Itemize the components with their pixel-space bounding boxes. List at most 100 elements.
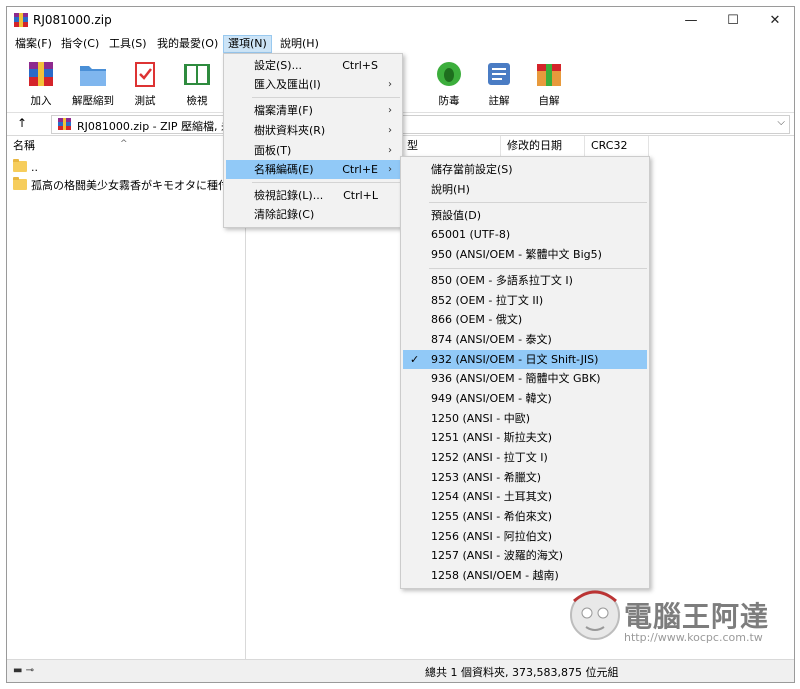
folder-icon: [13, 177, 27, 190]
menu-help[interactable]: 說明(H): [276, 36, 323, 52]
comment-label: 註解: [488, 95, 510, 107]
menu-item-950[interactable]: 950 (ANSI/OEM - 繁體中文 Big5): [403, 245, 647, 264]
menu-item-866[interactable]: 866 (OEM - 俄文): [403, 310, 647, 329]
menu-item-label: 1253 (ANSI - 希臘文): [431, 471, 542, 484]
menu-item-label: 874 (ANSI/OEM - 泰文): [431, 333, 552, 346]
menu-item-label: 850 (OEM - 多語系拉丁文 I): [431, 274, 573, 287]
menu-item-label: 936 (ANSI/OEM - 簡體中文 GBK): [431, 372, 601, 385]
list-item[interactable]: 孤高の格闘美少女霧香がキモオタに種付: [13, 177, 229, 194]
maximize-button[interactable]: ☐: [712, 7, 754, 33]
watermark: 電腦王阿達 http://www.kocpc.com.tw: [568, 585, 788, 655]
menu-item-save-settings[interactable]: 儲存當前設定(S): [403, 160, 647, 179]
up-folder-button[interactable]: ↑: [17, 116, 27, 130]
menu-item-1253[interactable]: 1253 (ANSI - 希臘文): [403, 468, 647, 487]
menu-file[interactable]: 檔案(F): [11, 36, 56, 52]
antivirus-button[interactable]: 防毒: [425, 58, 473, 108]
title-bar[interactable]: RJ081000.zip — ☐ ✕: [7, 7, 794, 33]
menu-commands[interactable]: 指令(C): [57, 36, 103, 52]
menu-item-1257[interactable]: 1257 (ANSI - 波羅的海文): [403, 546, 647, 565]
menu-item-852[interactable]: 852 (OEM - 拉丁文 II): [403, 291, 647, 310]
antivirus-label: 防毒: [438, 95, 460, 107]
column-name-label: 名稱: [13, 139, 35, 152]
menu-item-help[interactable]: 說明(H): [403, 180, 647, 199]
menu-item-936[interactable]: 936 (ANSI/OEM - 簡體中文 GBK): [403, 369, 647, 388]
menu-item-1251[interactable]: 1251 (ANSI - 斯拉夫文): [403, 428, 647, 447]
file-list: 名稱 ^ .. 孤高の格闘美少女霧香がキモオタに種付: [7, 136, 246, 659]
path-text: RJ081000.zip - ZIP 壓縮檔, 未: [77, 120, 233, 133]
column-header-name[interactable]: 名稱 ^: [7, 136, 245, 156]
menu-item-label: 檔案清單(F): [254, 104, 313, 117]
sfx-box-icon: [537, 64, 561, 86]
menu-item-default[interactable]: 預設值(D): [403, 206, 647, 225]
menu-options[interactable]: 選項(N): [223, 35, 272, 53]
column-crc-label: CRC32: [591, 139, 628, 152]
view-button[interactable]: 檢視: [173, 58, 221, 108]
watermark-url: http://www.kocpc.com.tw: [624, 631, 763, 644]
add-archive-icon: [29, 62, 53, 86]
menu-item-label: 名稱編碼(E): [254, 163, 314, 176]
sfx-button[interactable]: 自解: [525, 58, 573, 108]
menu-item-label: 1256 (ANSI - 阿拉伯文): [431, 530, 553, 543]
test-button[interactable]: 測試: [121, 58, 169, 108]
menu-item-label: 儲存當前設定(S): [431, 163, 513, 176]
menu-favorites[interactable]: 我的最愛(O): [153, 36, 222, 52]
close-button[interactable]: ✕: [754, 7, 796, 33]
menu-item-import-export[interactable]: 匯入及匯出(I) ›: [226, 75, 400, 94]
menu-item-1258[interactable]: 1258 (ANSI/OEM - 越南): [403, 566, 647, 585]
list-item[interactable]: ..: [13, 159, 38, 176]
menu-item-clear-log[interactable]: 清除記錄(C): [226, 205, 400, 224]
menu-item-1256[interactable]: 1256 (ANSI - 阿拉伯文): [403, 527, 647, 546]
extract-folder-icon: [80, 66, 106, 86]
status-bar: ▬ ⊸ 總共 1 個資料夾, 373,583,875 位元組: [7, 659, 794, 682]
minimize-button[interactable]: —: [670, 7, 712, 33]
menu-item-874[interactable]: 874 (ANSI/OEM - 泰文): [403, 330, 647, 349]
menu-item-label: 1252 (ANSI - 拉丁文 I): [431, 451, 548, 464]
menu-item-settings[interactable]: 設定(S)... Ctrl+S: [226, 56, 400, 75]
extract-to-button[interactable]: 解壓縮到: [69, 58, 117, 108]
menu-item-1255[interactable]: 1255 (ANSI - 希伯來文): [403, 507, 647, 526]
menu-item-utf8[interactable]: 65001 (UTF-8): [403, 225, 647, 244]
menu-item-1254[interactable]: 1254 (ANSI - 土耳其文): [403, 487, 647, 506]
column-header-type[interactable]: 型: [401, 136, 501, 156]
menu-tools[interactable]: 工具(S): [105, 36, 151, 52]
menu-item-label: 932 (ANSI/OEM - 日文 Shift-JIS): [431, 353, 599, 366]
menu-item-view-log[interactable]: 檢視記錄(L)... Ctrl+L: [226, 186, 400, 205]
menu-item-label: 預設值(D): [431, 209, 482, 222]
menu-item-850[interactable]: 850 (OEM - 多語系拉丁文 I): [403, 271, 647, 290]
menu-item-949[interactable]: 949 (ANSI/OEM - 韓文): [403, 389, 647, 408]
comment-button[interactable]: 註解: [475, 58, 523, 108]
menu-item-name-encoding[interactable]: 名稱編碼(E) Ctrl+E ›: [226, 160, 400, 179]
column-header-modified[interactable]: 修改的日期: [501, 136, 585, 156]
menu-item-1252[interactable]: 1252 (ANSI - 拉丁文 I): [403, 448, 647, 467]
menu-item-panels[interactable]: 面板(T) ›: [226, 141, 400, 160]
test-label: 測試: [134, 95, 156, 107]
options-menu: 設定(S)... Ctrl+S 匯入及匯出(I) › 檔案清單(F) › 樹狀資…: [223, 53, 403, 228]
menu-item-label: 檢視記錄(L)...: [254, 189, 324, 202]
menu-item-label: 1254 (ANSI - 土耳其文): [431, 490, 553, 503]
menu-item-1250[interactable]: 1250 (ANSI - 中歐): [403, 409, 647, 428]
menu-item-folder-tree[interactable]: 樹狀資料夾(R) ›: [226, 121, 400, 140]
file-name: ..: [31, 161, 38, 174]
check-mark-icon: ✓: [410, 353, 420, 366]
drive-key-icon: ▬ ⊸: [13, 665, 35, 676]
chevron-down-icon[interactable]: ⌵: [777, 117, 785, 128]
menu-item-label: 950 (ANSI/OEM - 繁體中文 Big5): [431, 248, 602, 261]
view-label: 檢視: [186, 95, 208, 107]
status-text: 總共 1 個資料夾, 373,583,875 位元組: [425, 666, 619, 679]
menu-separator: [252, 182, 400, 183]
column-header-crc[interactable]: CRC32: [585, 136, 649, 156]
add-button[interactable]: 加入: [17, 58, 65, 108]
sfx-label: 自解: [538, 95, 560, 107]
submenu-arrow-icon: ›: [388, 164, 392, 175]
path-field[interactable]: RJ081000.zip - ZIP 壓縮檔, 未 ⌵: [51, 115, 790, 134]
menu-item-label: 匯入及匯出(I): [254, 78, 321, 91]
menu-item-label: 866 (OEM - 俄文): [431, 313, 523, 326]
menu-item-label: 1251 (ANSI - 斯拉夫文): [431, 431, 553, 444]
menu-item-label: 1257 (ANSI - 波羅的海文): [431, 549, 564, 562]
menu-item-932[interactable]: ✓ 932 (ANSI/OEM - 日文 Shift-JIS): [403, 350, 647, 369]
menu-item-label: 設定(S)...: [254, 59, 303, 72]
menu-item-file-list[interactable]: 檔案清單(F) ›: [226, 101, 400, 120]
winrar-app-icon: [14, 13, 28, 27]
menu-item-label: 65001 (UTF-8): [431, 228, 511, 241]
submenu-arrow-icon: ›: [388, 79, 392, 90]
